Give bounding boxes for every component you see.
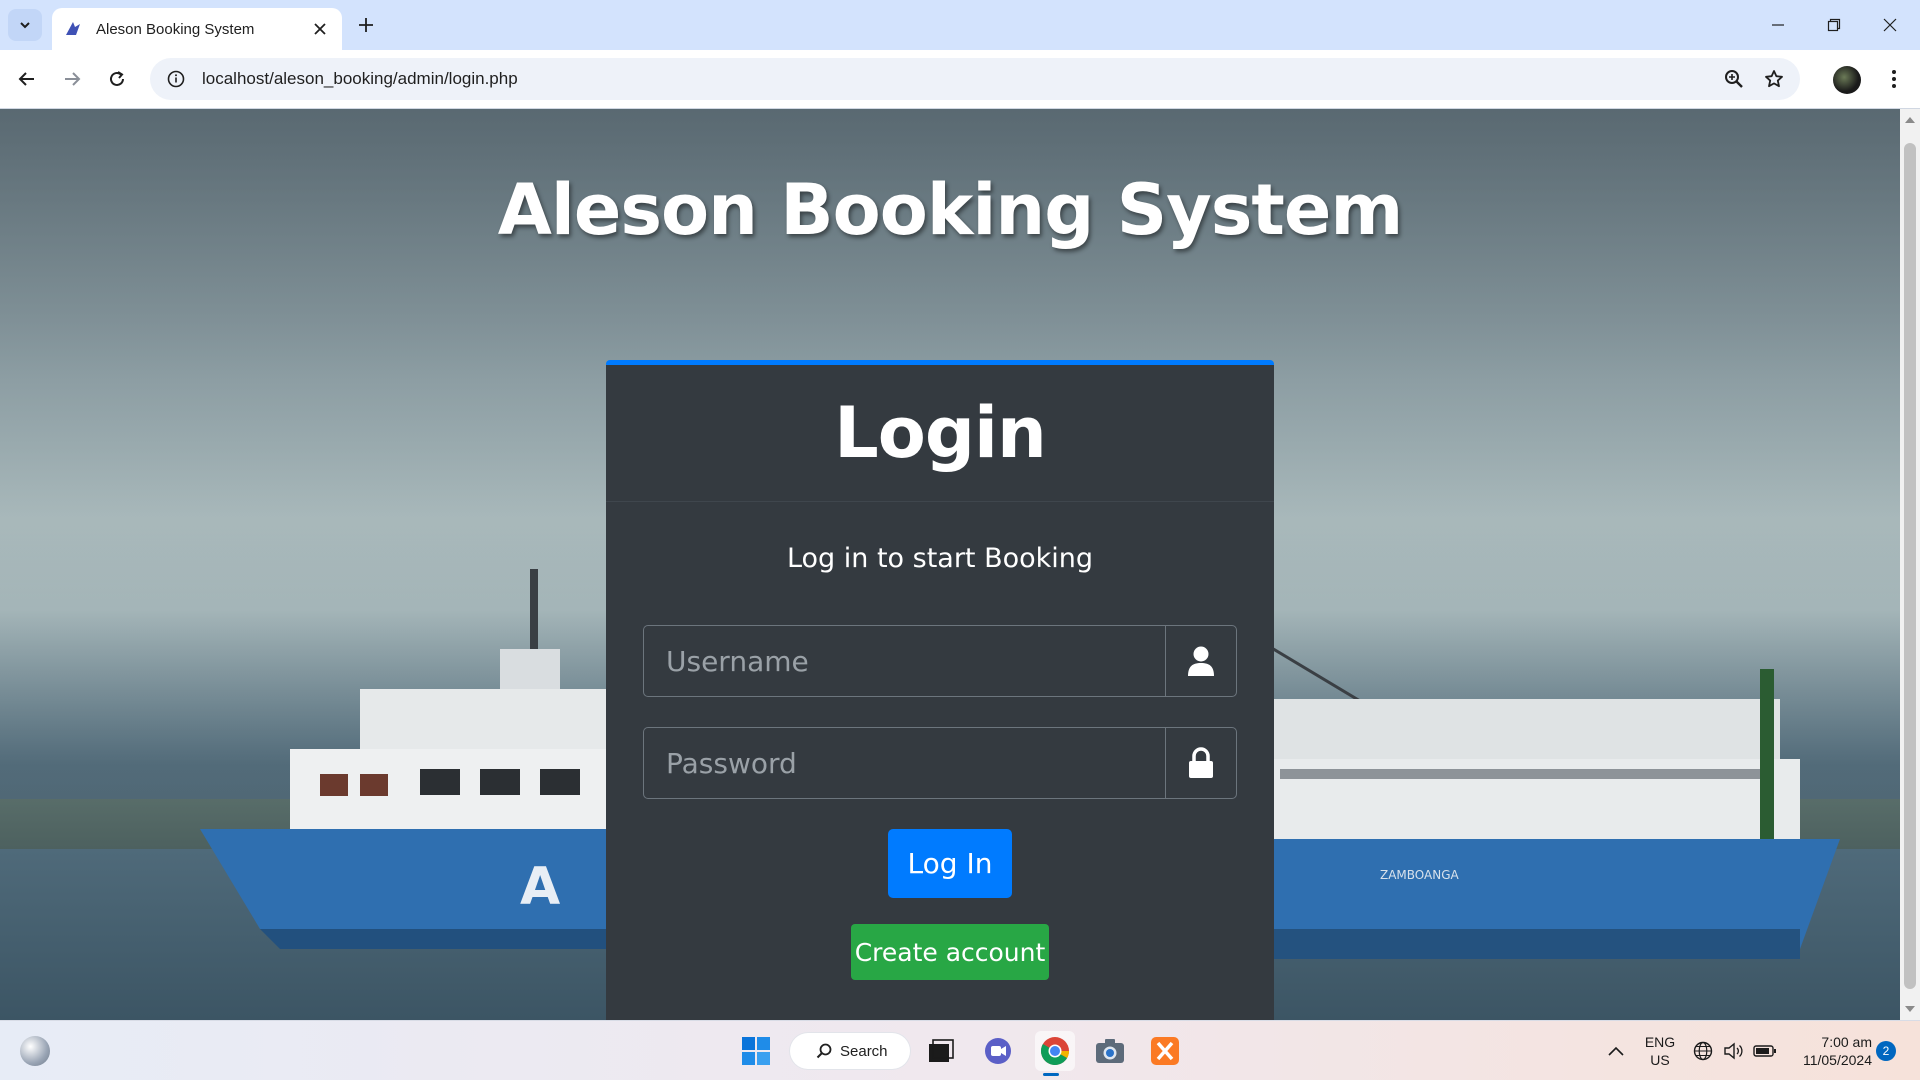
svg-text:A: A xyxy=(520,857,560,917)
scroll-thumb[interactable] xyxy=(1904,143,1916,989)
user-icon xyxy=(1188,646,1214,676)
speaker-icon xyxy=(1724,1042,1743,1060)
clock[interactable]: 7:00 am 11/05/2024 xyxy=(1788,1033,1872,1069)
reload-icon xyxy=(110,71,124,86)
windows-logo-icon xyxy=(742,1037,770,1065)
browser-tab-bar: Aleson Booking System xyxy=(0,0,1920,50)
input-language-indicator[interactable]: ENG US xyxy=(1640,1033,1680,1069)
zoom-button[interactable] xyxy=(1714,58,1754,100)
close-icon xyxy=(1883,18,1897,32)
battery-icon xyxy=(1753,1045,1776,1057)
scroll-up-arrow-icon[interactable] xyxy=(1905,117,1915,123)
page-scrollbar[interactable] xyxy=(1900,109,1920,1020)
xampp-taskbar-button[interactable] xyxy=(1145,1031,1185,1071)
bookmark-button[interactable] xyxy=(1754,58,1794,100)
clock-date: 11/05/2024 xyxy=(1802,1052,1872,1068)
zoom-icon xyxy=(1725,70,1743,88)
chevron-up-icon xyxy=(1608,1046,1624,1056)
close-icon xyxy=(314,23,326,35)
new-tab-button[interactable] xyxy=(352,11,380,39)
browser-tab[interactable]: Aleson Booking System xyxy=(52,8,342,50)
address-bar[interactable]: localhost/aleson_booking/admin/login.php xyxy=(150,58,1800,100)
active-app-indicator xyxy=(1043,1073,1059,1076)
page-title: Aleson Booking System xyxy=(497,169,1404,251)
svg-text:ZAMBOANGA: ZAMBOANGA xyxy=(1380,868,1460,882)
chrome-icon xyxy=(1041,1037,1069,1065)
password-input[interactable] xyxy=(643,727,1165,799)
reload-button[interactable] xyxy=(100,62,134,96)
teams-chat-button[interactable] xyxy=(978,1031,1018,1071)
background-ferry-right: ZAMBOANGA xyxy=(1240,629,1840,959)
start-button[interactable] xyxy=(736,1031,776,1071)
tab-search-button[interactable] xyxy=(8,9,42,41)
browser-menu-button[interactable] xyxy=(1877,62,1911,96)
notification-badge[interactable]: 2 xyxy=(1876,1041,1896,1061)
chrome-taskbar-button[interactable] xyxy=(1035,1031,1075,1071)
more-vertical-icon xyxy=(1892,70,1896,88)
login-card-header: Login xyxy=(606,365,1274,502)
region-code: US xyxy=(1650,1052,1670,1068)
clock-time: 7:00 am xyxy=(1821,1034,1872,1050)
weather-widget-icon[interactable] xyxy=(20,1036,50,1066)
show-hidden-icons-button[interactable] xyxy=(1596,1031,1636,1071)
xampp-icon xyxy=(1151,1037,1179,1065)
back-button[interactable] xyxy=(10,62,44,96)
site-favicon-icon xyxy=(66,22,80,35)
camera-icon xyxy=(1096,1039,1124,1063)
battery-button[interactable] xyxy=(1747,1031,1783,1071)
window-close-button[interactable] xyxy=(1862,0,1918,50)
plus-icon xyxy=(359,18,373,32)
tab-close-button[interactable] xyxy=(306,15,334,43)
username-group xyxy=(643,625,1237,697)
username-input[interactable] xyxy=(643,625,1165,697)
profile-avatar[interactable] xyxy=(1833,66,1861,94)
minimize-icon xyxy=(1772,24,1784,26)
chat-icon xyxy=(985,1038,1011,1064)
login-card-title: Login xyxy=(834,392,1047,474)
globe-icon xyxy=(1693,1041,1713,1061)
windows-taskbar: Search ENG US 7:00 am 11/05/2024 2 xyxy=(0,1020,1920,1080)
task-view-icon xyxy=(929,1039,954,1062)
search-icon xyxy=(816,1043,832,1059)
site-info-button[interactable] xyxy=(156,58,196,100)
camera-taskbar-button[interactable] xyxy=(1090,1031,1130,1071)
restore-button[interactable] xyxy=(1806,0,1862,50)
star-icon xyxy=(1765,70,1783,88)
password-group xyxy=(643,727,1237,799)
language-code: ENG xyxy=(1644,1034,1676,1050)
minimize-button[interactable] xyxy=(1750,0,1806,50)
task-view-button[interactable] xyxy=(921,1031,961,1071)
taskbar-search-label: Search xyxy=(840,1042,888,1060)
username-addon xyxy=(1165,625,1237,697)
password-addon xyxy=(1165,727,1237,799)
login-button[interactable]: Log In xyxy=(888,829,1012,898)
chevron-down-icon xyxy=(20,22,30,29)
login-subtitle: Log in to start Booking xyxy=(786,543,1094,574)
arrow-left-icon xyxy=(18,72,34,86)
create-account-button[interactable]: Create account xyxy=(851,924,1049,980)
restore-icon xyxy=(1827,18,1841,32)
page-viewport: A ZAMBOANGA Aleson Booking System Login … xyxy=(0,109,1900,1020)
login-card: Login Log in to start Booking Log In Cre… xyxy=(606,360,1274,1020)
tab-title: Aleson Booking System xyxy=(96,20,255,38)
url-text: localhost/aleson_booking/admin/login.php xyxy=(202,69,518,88)
info-icon xyxy=(167,70,185,88)
browser-toolbar: localhost/aleson_booking/admin/login.php xyxy=(0,50,1920,109)
lock-icon xyxy=(1189,747,1213,778)
taskbar-search[interactable]: Search xyxy=(790,1033,910,1069)
arrow-right-icon xyxy=(65,72,81,86)
background-ferry-left: A xyxy=(200,569,620,949)
forward-button[interactable] xyxy=(55,62,89,96)
scroll-down-arrow-icon[interactable] xyxy=(1905,1006,1915,1012)
